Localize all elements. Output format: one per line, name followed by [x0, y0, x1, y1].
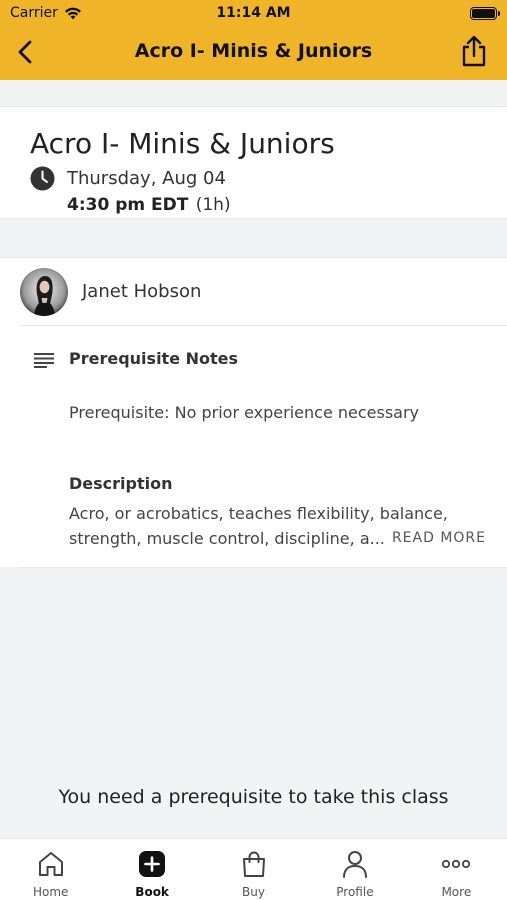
tab-book-label: Book	[135, 885, 169, 899]
clock-icon	[30, 166, 55, 191]
tab-buy[interactable]: Buy	[203, 839, 304, 900]
prerequisite-notes-text: Prerequisite: No prior experience necess…	[69, 403, 420, 422]
tab-profile[interactable]: Profile	[304, 839, 405, 900]
status-time: 11:14 AM	[216, 5, 291, 21]
class-title: Acro I- Minis & Juniors	[30, 127, 335, 160]
class-header-card: Acro I- Minis & Juniors Thursday, Aug 04…	[0, 106, 507, 219]
share-icon[interactable]	[459, 34, 489, 68]
plus-square-icon	[139, 851, 166, 877]
tab-home-label: Home	[32, 885, 69, 899]
class-details-card: Janet Hobson Prerequisite Notes Prerequi…	[0, 257, 507, 568]
back-chevron-icon[interactable]	[12, 38, 40, 66]
class-time: 4:30 pm EDT	[67, 195, 189, 215]
divider	[20, 567, 507, 568]
tab-more[interactable]: More	[406, 839, 507, 900]
more-dots-icon	[442, 859, 471, 869]
notes-lines-icon	[34, 353, 54, 368]
description-text-line-1: Acro, or acrobatics, teaches flexibility…	[69, 504, 448, 523]
tab-book[interactable]: Book	[101, 839, 202, 900]
instructor-row[interactable]: Janet Hobson	[20, 258, 507, 326]
class-duration: (1h)	[195, 195, 231, 215]
shopping-bag-icon	[242, 851, 265, 877]
tab-profile-label: Profile	[336, 885, 374, 899]
nav-bar: Acro I- Minis & Juniors	[0, 30, 507, 76]
class-date: Thursday, Aug 04	[67, 168, 226, 189]
description-heading: Description	[69, 474, 173, 493]
bottom-tab-bar: Home Book Buy Profile More	[0, 838, 507, 900]
status-bar: Carrier 11:14 AM	[0, 0, 507, 28]
prerequisite-required-message: You need a prerequisite to take this cla…	[58, 786, 449, 808]
person-icon	[342, 851, 367, 878]
nav-title: Acro I- Minis & Juniors	[134, 40, 373, 62]
tab-more-label: More	[441, 885, 472, 899]
instructor-name: Janet Hobson	[82, 281, 202, 302]
instructor-avatar	[20, 267, 68, 316]
description-text-line-2: strength, muscle control, discipline, a.…	[69, 529, 385, 548]
tab-buy-label: Buy	[242, 885, 265, 899]
tab-home[interactable]: Home	[0, 839, 101, 900]
read-more-link[interactable]: READ MORE	[392, 530, 486, 546]
prerequisite-notes-heading: Prerequisite Notes	[69, 349, 239, 368]
battery-icon	[470, 7, 500, 20]
home-icon	[38, 852, 63, 876]
class-time-row: 4:30 pm EDT (1h)	[67, 195, 231, 215]
top-app-bar: Carrier 11:14 AM Acro I- Minis & Juniors	[0, 0, 507, 80]
